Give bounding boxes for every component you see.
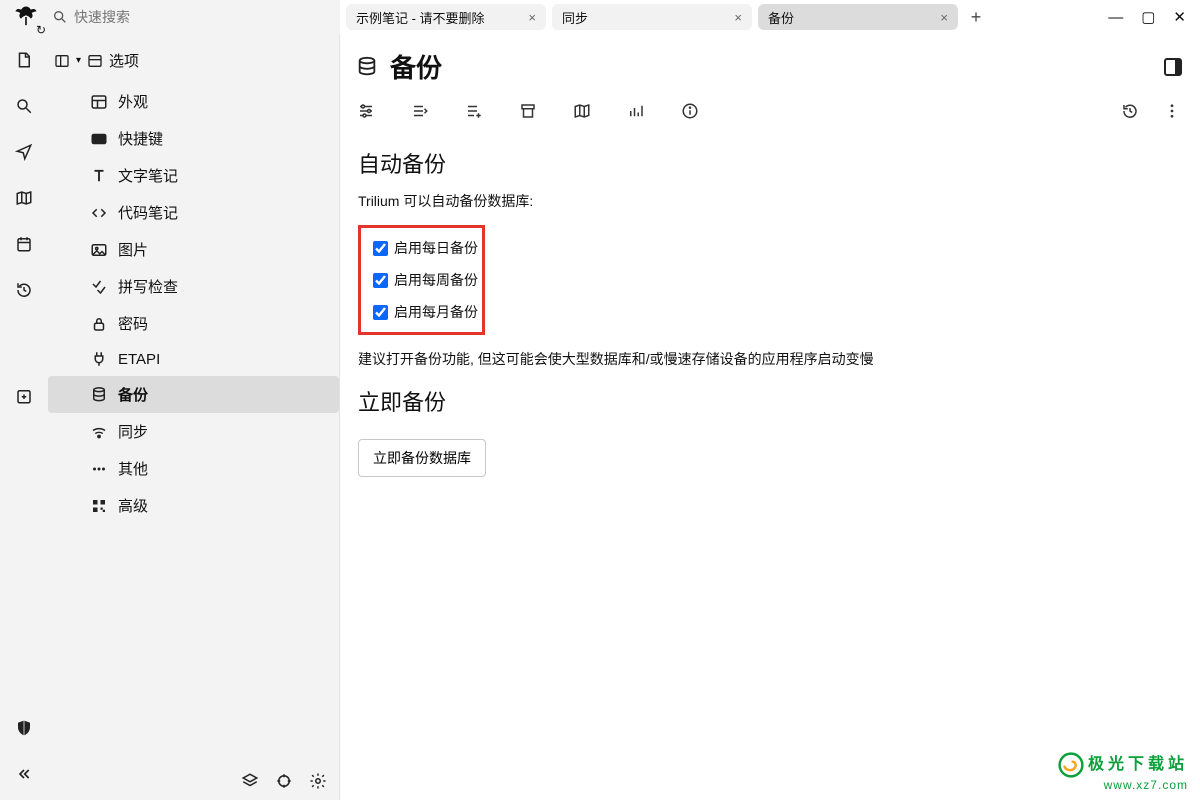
sidebar-item-label: 代码笔记 bbox=[118, 202, 178, 223]
sidebar-item-advanced[interactable]: 高级 bbox=[48, 487, 339, 524]
wifi-icon bbox=[90, 423, 108, 441]
tab[interactable]: 示例笔记 - 请不要删除 × bbox=[346, 4, 546, 30]
note-icon[interactable] bbox=[14, 50, 34, 70]
enable-weekly-backup-checkbox[interactable] bbox=[373, 273, 388, 288]
new-tab-button[interactable]: + bbox=[964, 5, 988, 29]
tab-label: 同步 bbox=[562, 8, 588, 27]
tree-root-label: 选项 bbox=[109, 50, 139, 71]
sync-indicator-icon: ↻ bbox=[36, 23, 46, 37]
window-close-button[interactable]: ✕ bbox=[1173, 8, 1186, 26]
tab-label: 备份 bbox=[768, 8, 794, 27]
auto-backup-heading: 自动备份 bbox=[358, 147, 1182, 179]
more-vertical-icon[interactable] bbox=[1162, 101, 1182, 121]
tab[interactable]: 同步 × bbox=[552, 4, 752, 30]
database-icon bbox=[356, 56, 378, 78]
sidebar-item-label: 快捷键 bbox=[118, 128, 163, 149]
window-minimize-button[interactable]: — bbox=[1108, 9, 1123, 26]
enable-daily-backup-checkbox[interactable] bbox=[373, 241, 388, 256]
layout-icon bbox=[90, 93, 108, 111]
list-add-icon[interactable] bbox=[464, 101, 484, 121]
sidebar-item-label: 外观 bbox=[118, 91, 148, 112]
sidebar-item-label: 备份 bbox=[118, 384, 148, 405]
db-icon bbox=[90, 386, 108, 404]
sidebar-item-shortcuts[interactable]: 快捷键 bbox=[48, 120, 339, 157]
highlighted-checkbox-block: 启用每日备份 启用每周备份 启用每月备份 bbox=[358, 225, 485, 335]
calendar-add-icon[interactable] bbox=[14, 386, 34, 406]
monthly-backup-label: 启用每月备份 bbox=[394, 302, 478, 322]
info-icon[interactable] bbox=[680, 101, 700, 121]
target-icon[interactable] bbox=[275, 772, 293, 790]
panel-toggle-button[interactable] bbox=[1164, 58, 1182, 76]
collapse-icon[interactable] bbox=[14, 764, 34, 784]
sidebar-item-appearance[interactable]: 外观 bbox=[48, 83, 339, 120]
gear-icon[interactable] bbox=[309, 772, 327, 790]
sidebar-item-label: 拼写检查 bbox=[118, 276, 178, 297]
map-icon[interactable] bbox=[14, 188, 34, 208]
sidebar-item-other[interactable]: 其他 bbox=[48, 450, 339, 487]
keyboard-icon bbox=[90, 130, 108, 148]
history-icon[interactable] bbox=[1120, 101, 1140, 121]
backup-now-button[interactable]: 立即备份数据库 bbox=[358, 439, 486, 477]
image-icon bbox=[90, 241, 108, 259]
tree-root[interactable]: ▾ 选项 bbox=[48, 44, 339, 77]
sidebar-item-codenotes[interactable]: 代码笔记 bbox=[48, 194, 339, 231]
search-input[interactable] bbox=[74, 9, 294, 25]
immediate-backup-heading: 立即备份 bbox=[358, 385, 1182, 417]
sidebar-item-label: ETAPI bbox=[118, 351, 160, 368]
tree-list: 外观快捷键文字笔记代码笔记图片拼写检查密码 ETAPI 备份同步其他高级 bbox=[48, 83, 339, 524]
panel-icon bbox=[54, 53, 70, 69]
tab-close-icon[interactable]: × bbox=[734, 10, 742, 25]
archive-icon[interactable] bbox=[518, 101, 538, 121]
sidebar-item-spell[interactable]: 拼写检查 bbox=[48, 268, 339, 305]
sliders-icon[interactable] bbox=[356, 101, 376, 121]
sidebar-item-sync[interactable]: 同步 bbox=[48, 413, 339, 450]
check-icon bbox=[90, 278, 108, 296]
chevron-down-icon: ▾ bbox=[76, 55, 81, 66]
sidebar-item-backup[interactable]: 备份 bbox=[48, 376, 339, 413]
map-icon[interactable] bbox=[572, 101, 592, 121]
sidebar-item-label: 同步 bbox=[118, 421, 148, 442]
options-icon bbox=[87, 53, 103, 69]
sidebar-item-label: 其他 bbox=[118, 458, 148, 479]
code-icon bbox=[90, 204, 108, 222]
weekly-backup-label: 启用每周备份 bbox=[394, 270, 478, 290]
sidebar-item-password[interactable]: 密码 bbox=[48, 305, 339, 342]
grid-icon bbox=[90, 497, 108, 515]
auto-backup-desc: Trilium 可以自动备份数据库: bbox=[358, 191, 1182, 211]
send-icon[interactable] bbox=[14, 142, 34, 162]
tab[interactable]: 备份 × bbox=[758, 4, 958, 30]
page-title: 备份 bbox=[390, 48, 442, 85]
sidebar-item-label: 密码 bbox=[118, 313, 148, 334]
enable-monthly-backup-checkbox[interactable] bbox=[373, 305, 388, 320]
tab-close-icon[interactable]: × bbox=[528, 10, 536, 25]
auto-backup-note: 建议打开备份功能, 但这可能会使大型数据库和/或慢速存储设备的应用程序启动变慢 bbox=[358, 349, 1182, 369]
lock-icon bbox=[90, 315, 108, 333]
history-icon[interactable] bbox=[14, 280, 34, 300]
daily-backup-label: 启用每日备份 bbox=[394, 238, 478, 258]
sidebar-item-etapi[interactable]: ETAPI bbox=[48, 342, 339, 376]
sidebar-item-images[interactable]: 图片 bbox=[48, 231, 339, 268]
app-logo: ↻ bbox=[8, 3, 44, 31]
shield-icon[interactable] bbox=[14, 718, 34, 738]
sidebar-item-label: 图片 bbox=[118, 239, 148, 260]
sidebar-item-label: 高级 bbox=[118, 495, 148, 516]
text-icon bbox=[90, 167, 108, 185]
search-icon bbox=[52, 9, 68, 25]
sidebar-item-textnotes[interactable]: 文字笔记 bbox=[48, 157, 339, 194]
tab-close-icon[interactable]: × bbox=[940, 10, 948, 25]
plug-icon bbox=[90, 350, 108, 368]
layers-icon[interactable] bbox=[241, 772, 259, 790]
calendar-icon[interactable] bbox=[14, 234, 34, 254]
window-maximize-button[interactable]: ▢ bbox=[1141, 8, 1155, 26]
dots-icon bbox=[90, 460, 108, 478]
search-icon[interactable] bbox=[14, 96, 34, 116]
tab-label: 示例笔记 - 请不要删除 bbox=[356, 8, 485, 27]
tab-bar: 示例笔记 - 请不要删除 × 同步 × 备份 × + bbox=[340, 4, 1094, 30]
sidebar-item-label: 文字笔记 bbox=[118, 165, 178, 186]
indent-right-icon[interactable] bbox=[410, 101, 430, 121]
bars-icon[interactable] bbox=[626, 101, 646, 121]
